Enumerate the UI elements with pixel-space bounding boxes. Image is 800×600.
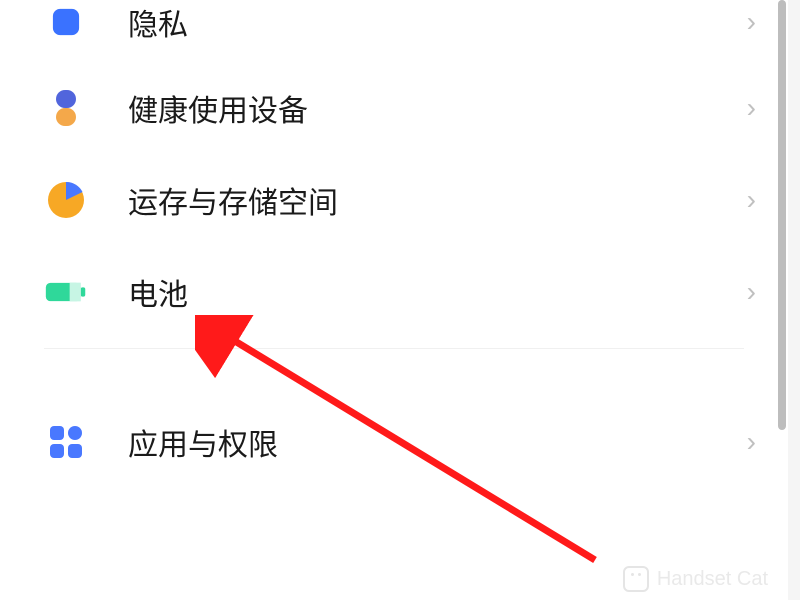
settings-item-label: 运存与存储空间: [128, 178, 747, 222]
settings-item-label: 健康使用设备: [128, 86, 747, 130]
wellbeing-icon: [44, 86, 88, 130]
storage-pie-icon: [44, 178, 88, 222]
watermark-cat-icon: [623, 566, 649, 592]
settings-item-privacy[interactable]: 隐私 ›: [0, 0, 788, 62]
chevron-right-icon: ›: [747, 92, 756, 124]
apps-grid-icon: [44, 420, 88, 464]
privacy-shield-icon: [44, 0, 88, 44]
chevron-right-icon: ›: [747, 426, 756, 458]
chevron-right-icon: ›: [747, 6, 756, 38]
settings-item-wellbeing[interactable]: 健康使用设备 ›: [0, 62, 788, 154]
watermark: Handset Cat: [623, 566, 768, 592]
settings-item-label: 隐私: [128, 0, 747, 44]
settings-item-storage[interactable]: 运存与存储空间 ›: [0, 154, 788, 246]
settings-item-label: 应用与权限: [128, 420, 747, 464]
settings-item-battery[interactable]: 电池 ›: [0, 246, 788, 338]
watermark-text: Handset Cat: [657, 568, 768, 591]
settings-item-apps-permissions[interactable]: 应用与权限 ›: [0, 396, 788, 488]
chevron-right-icon: ›: [747, 276, 756, 308]
battery-icon: [44, 270, 88, 314]
settings-list: 隐私 › 健康使用设备 › 运存与存储空间 ›: [0, 0, 788, 600]
scrollbar-thumb[interactable]: [778, 0, 786, 430]
section-divider: [44, 348, 744, 366]
settings-item-label: 电池: [128, 270, 747, 314]
chevron-right-icon: ›: [747, 184, 756, 216]
